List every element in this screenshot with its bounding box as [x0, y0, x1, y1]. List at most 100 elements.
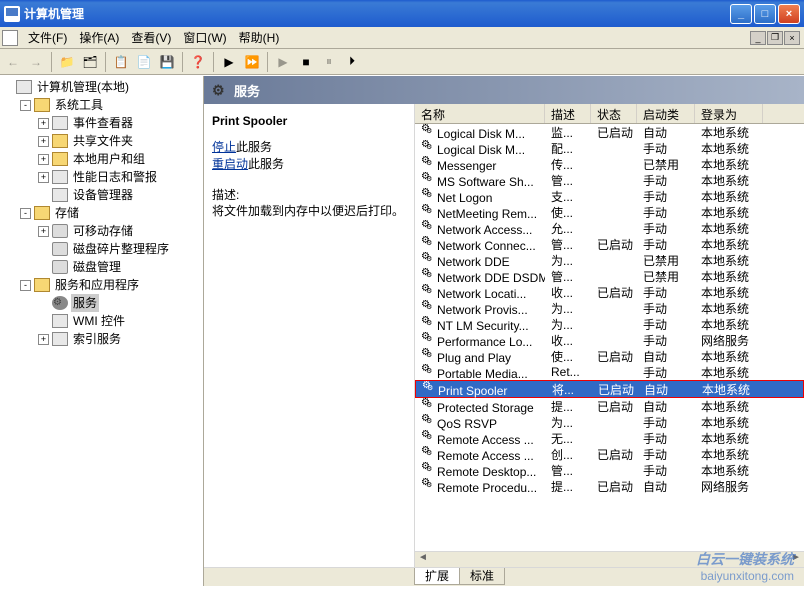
menu-file[interactable]: 文件(F) — [22, 29, 73, 46]
tab-extended[interactable]: 扩展 — [414, 568, 460, 585]
help-button[interactable]: ❓ — [187, 51, 209, 73]
close-button[interactable]: × — [778, 4, 800, 24]
expand-icon[interactable]: + — [38, 334, 49, 345]
tree-shared-folders[interactable]: +共享文件夹 — [38, 132, 201, 150]
service-row[interactable]: Net Logon支...手动本地系统 — [415, 188, 804, 204]
menu-help[interactable]: 帮助(H) — [233, 29, 286, 46]
tree-event-viewer[interactable]: +事件查看器 — [38, 114, 201, 132]
service-row[interactable]: Remote Desktop...管...手动本地系统 — [415, 462, 804, 478]
service-row[interactable]: Network Provis...为...手动本地系统 — [415, 300, 804, 316]
service-row[interactable]: Plug and Play使...已启动自动本地系统 — [415, 348, 804, 364]
service-row[interactable]: Network DDE DSDM管...已禁用本地系统 — [415, 268, 804, 284]
restart-service-link[interactable]: 重启动 — [212, 157, 248, 171]
menu-action[interactable]: 操作(A) — [73, 29, 125, 46]
col-name[interactable]: 名称 — [415, 104, 545, 123]
expand-icon[interactable]: + — [38, 136, 49, 147]
service-row[interactable]: Protected Storage提...已启动自动本地系统 — [415, 398, 804, 414]
export-list-button[interactable]: 💾 — [156, 51, 178, 73]
service-row[interactable]: Performance Lo...收...手动网络服务 — [415, 332, 804, 348]
watermark: 白云一键装系统 baiyunxitong.com — [696, 549, 794, 583]
collapse-icon[interactable]: - — [20, 100, 31, 111]
service-button-1[interactable]: ▶ — [218, 51, 240, 73]
gears-icon — [212, 82, 228, 98]
service-icon — [421, 236, 435, 250]
collapse-icon[interactable]: - — [20, 208, 31, 219]
tree-disk-mgmt[interactable]: 磁盘管理 — [38, 258, 201, 276]
window-title: 计算机管理 — [24, 5, 730, 22]
tree-device-mgr[interactable]: 设备管理器 — [38, 186, 201, 204]
service-icon — [421, 462, 435, 476]
tree-perf-logs[interactable]: +性能日志和警报 — [38, 168, 201, 186]
col-startup[interactable]: 启动类型 — [637, 104, 695, 123]
detail-pane: Print Spooler 停止此服务 重启动此服务 描述: 将文件加载到内存中… — [204, 104, 414, 567]
service-row[interactable]: Remote Access ...创...已启动手动本地系统 — [415, 446, 804, 462]
refresh-button[interactable]: 📄 — [133, 51, 155, 73]
service-row[interactable]: Logical Disk M...配...手动本地系统 — [415, 140, 804, 156]
service-row[interactable]: Portable Media...Ret...手动本地系统 — [415, 364, 804, 380]
menu-view[interactable]: 查看(V) — [125, 29, 177, 46]
service-icon — [421, 124, 435, 138]
restart-service-button[interactable]: ⏵ — [341, 51, 363, 73]
expand-icon[interactable]: + — [38, 172, 49, 183]
service-row[interactable]: QoS RSVP为...手动本地系统 — [415, 414, 804, 430]
services-list[interactable]: Logical Disk M...监...已启动自动本地系统Logical Di… — [415, 124, 804, 551]
maximize-button[interactable]: □ — [754, 4, 776, 24]
mdi-minimize-button[interactable]: _ — [750, 31, 766, 45]
start-service-button: ▶ — [272, 51, 294, 73]
service-icon — [421, 140, 435, 154]
show-hide-tree-button[interactable]: 🗂 — [79, 51, 101, 73]
tree-removable[interactable]: +可移动存储 — [38, 222, 201, 240]
mdi-close-button[interactable]: × — [784, 31, 800, 45]
service-icon — [421, 478, 435, 492]
tree-panel[interactable]: 计算机管理(本地) -系统工具 +事件查看器 +共享文件夹 +本地用户和组 +性… — [0, 76, 204, 586]
right-header: 服务 — [204, 76, 804, 104]
tab-standard[interactable]: 标准 — [459, 568, 505, 585]
col-logon[interactable]: 登录为 — [695, 104, 763, 123]
stop-service-link[interactable]: 停止 — [212, 140, 236, 154]
tree-services[interactable]: 服务 — [38, 294, 201, 312]
stop-service-button[interactable]: ■ — [295, 51, 317, 73]
mdi-restore-button[interactable]: ❐ — [767, 31, 783, 45]
col-desc[interactable]: 描述 — [545, 104, 591, 123]
service-row[interactable]: Remote Procedu...提...已启动自动网络服务 — [415, 478, 804, 494]
expand-icon[interactable]: + — [38, 154, 49, 165]
event-viewer-icon — [52, 116, 68, 130]
tree-defrag[interactable]: 磁盘碎片整理程序 — [38, 240, 201, 258]
service-row[interactable]: Network Connec...管...已启动手动本地系统 — [415, 236, 804, 252]
expand-icon[interactable]: + — [38, 226, 49, 237]
service-row[interactable]: Messenger传...已禁用本地系统 — [415, 156, 804, 172]
service-row[interactable]: Network Locati...收...已启动手动本地系统 — [415, 284, 804, 300]
menu-bar: 文件(F) 操作(A) 查看(V) 窗口(W) 帮助(H) _ ❐ × — [0, 27, 804, 49]
service-row[interactable]: Network DDE为...已禁用本地系统 — [415, 252, 804, 268]
service-row[interactable]: NT LM Security...为...手动本地系统 — [415, 316, 804, 332]
perf-icon — [52, 170, 68, 184]
up-button[interactable]: 📁 — [56, 51, 78, 73]
tree-root[interactable]: 计算机管理(本地) -系统工具 +事件查看器 +共享文件夹 +本地用户和组 +性… — [2, 78, 201, 348]
properties-button[interactable]: 📋 — [110, 51, 132, 73]
tree-services-apps[interactable]: -服务和应用程序 服务 WMI 控件 +索引服务 — [20, 276, 201, 348]
tree-system-tools[interactable]: -系统工具 +事件查看器 +共享文件夹 +本地用户和组 +性能日志和警报 设备管… — [20, 96, 201, 204]
collapse-icon[interactable]: - — [20, 280, 31, 291]
service-row[interactable]: Logical Disk M...监...已启动自动本地系统 — [415, 124, 804, 140]
service-row[interactable]: Print Spooler将...已启动自动本地系统 — [415, 380, 804, 398]
service-row[interactable]: MS Software Sh...管...手动本地系统 — [415, 172, 804, 188]
service-row[interactable]: NetMeeting Rem...使...手动本地系统 — [415, 204, 804, 220]
tree-wmi[interactable]: WMI 控件 — [38, 312, 201, 330]
service-icon — [421, 332, 435, 346]
service-row[interactable]: Remote Access ...无...手动本地系统 — [415, 430, 804, 446]
list-header: 名称 描述 状态 启动类型 登录为 — [415, 104, 804, 124]
service-row[interactable]: Network Access...允...手动本地系统 — [415, 220, 804, 236]
service-icon — [421, 204, 435, 218]
tree-storage[interactable]: -存储 +可移动存储 磁盘碎片整理程序 磁盘管理 — [20, 204, 201, 276]
col-status[interactable]: 状态 — [591, 104, 637, 123]
tree-indexing[interactable]: +索引服务 — [38, 330, 201, 348]
pause-service-button: ⏸ — [318, 51, 340, 73]
minimize-button[interactable]: _ — [730, 4, 752, 24]
expand-icon[interactable]: + — [38, 118, 49, 129]
menu-window[interactable]: 窗口(W) — [177, 29, 232, 46]
device-icon — [52, 188, 68, 202]
folder-icon — [52, 134, 68, 148]
right-header-title: 服务 — [234, 81, 260, 100]
service-button-2[interactable]: ⏩ — [241, 51, 263, 73]
tree-local-users[interactable]: +本地用户和组 — [38, 150, 201, 168]
